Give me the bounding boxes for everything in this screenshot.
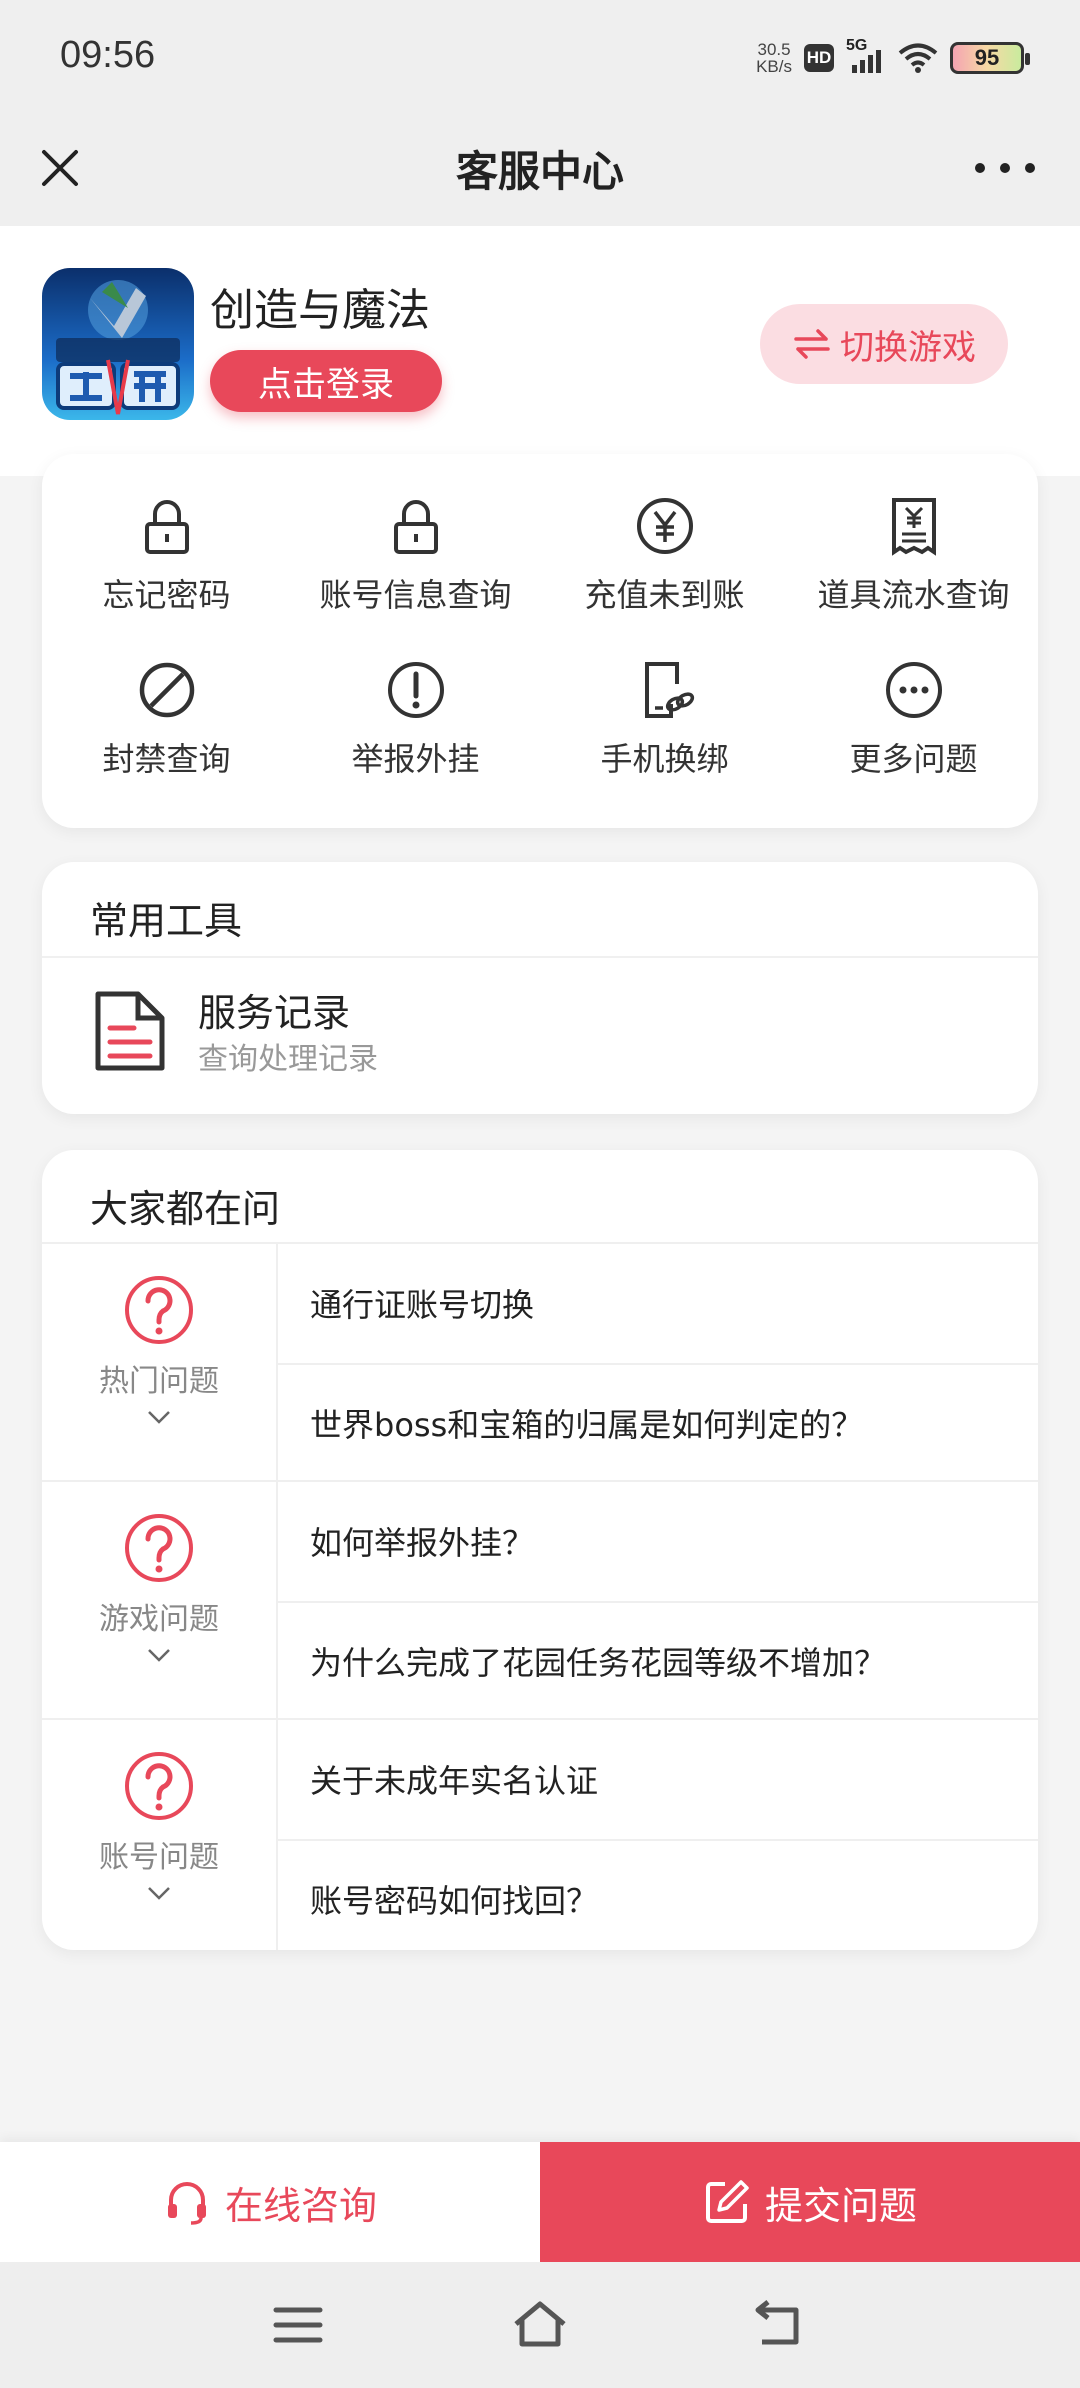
status-bar: 09:56 30.5 KB/s HD 5G 95 (0, 0, 1080, 110)
faq-category-toggle[interactable]: 游戏问题 (42, 1482, 278, 1720)
service-recharge[interactable]: 充值未到账 (540, 482, 789, 646)
service-report-cheat[interactable]: 举报外挂 (291, 646, 540, 810)
service-account-info[interactable]: 账号信息查询 (291, 482, 540, 646)
game-icon (42, 268, 194, 420)
login-button[interactable]: 点击登录 (210, 350, 442, 412)
service-grid: 忘记密码 账号信息查询 充值未到账 道具流水查询 封禁查询 举报外挂 手机换绑 … (42, 454, 1038, 828)
submit-question-button[interactable]: 提交问题 (540, 2142, 1080, 2262)
status-icons: 30.5 KB/s HD 5G 95 (756, 36, 1030, 80)
tool-subtitle: 查询处理记录 (198, 1042, 378, 1077)
service-label: 封禁查询 (102, 740, 231, 778)
service-label: 忘记密码 (102, 576, 231, 614)
service-more-questions[interactable]: 更多问题 (789, 646, 1038, 810)
alert-icon (387, 662, 444, 718)
question-icon (125, 1276, 193, 1344)
service-label: 道具流水查询 (817, 576, 1010, 614)
chevron-down-icon (148, 1649, 170, 1662)
service-label: 举报外挂 (351, 740, 480, 778)
yen-icon (636, 498, 693, 554)
bottom-action-bar: 在线咨询 提交问题 (0, 2142, 1080, 2262)
tools-card: 常用工具 服务记录 查询处理记录 (42, 862, 1038, 1114)
service-label: 账号信息查询 (319, 576, 512, 614)
headset-icon (167, 2182, 206, 2225)
faq-category-toggle[interactable]: 热门问题 (42, 1244, 278, 1482)
faq-category-label: 热门问题 (99, 1364, 219, 1399)
submit-question-label: 提交问题 (764, 2183, 917, 2228)
faq-group-account: 账号问题 关于未成年实名认证 账号密码如何找回？ (42, 1718, 1038, 1950)
network-speed: 30.5 KB/s (756, 41, 792, 75)
network-speed-unit: KB/s (756, 57, 792, 76)
tool-service-records[interactable]: 服务记录 查询处理记录 (42, 958, 1038, 1114)
back-icon[interactable] (752, 2300, 808, 2350)
service-label: 更多问题 (849, 740, 978, 778)
ban-icon (139, 662, 194, 718)
signal-icon: 5G (846, 37, 886, 75)
switch-icon (794, 329, 830, 359)
battery-icon: 95 (950, 42, 1030, 74)
faq-question[interactable]: 账号密码如何找回？ (278, 1839, 1038, 1950)
status-time: 09:56 (60, 34, 156, 76)
more-circle-icon (885, 662, 942, 718)
service-ban-query[interactable]: 封禁查询 (42, 646, 291, 810)
network-speed-value: 30.5 (757, 40, 791, 59)
game-name: 创造与魔法 (210, 285, 430, 336)
switch-game-label: 切换游戏 (840, 327, 976, 368)
faq-category-label: 账号问题 (99, 1840, 219, 1875)
faq-group-hot: 热门问题 通行证账号切换 世界boss和宝箱的归属是如何判定的？ (42, 1242, 1038, 1482)
online-consult-label: 在线咨询 (224, 2183, 377, 2228)
battery-level: 95 (974, 45, 1000, 70)
menu-icon[interactable] (270, 2300, 326, 2350)
faq-category-toggle[interactable]: 账号问题 (42, 1720, 278, 1950)
edit-icon (705, 2180, 749, 2223)
nav-bar: 客服中心 (0, 110, 1080, 226)
question-icon (125, 1514, 193, 1582)
service-label: 充值未到账 (584, 576, 745, 614)
lock-icon (144, 500, 189, 554)
faq-category-label: 游戏问题 (99, 1602, 219, 1637)
receipt-icon (891, 498, 936, 556)
faq-card: 大家都在问 热门问题 通行证账号切换 世界boss和宝箱的归属是如何判定的？ 游… (42, 1150, 1038, 1950)
tool-title: 服务记录 (198, 991, 351, 1035)
online-consult-button[interactable]: 在线咨询 (0, 2142, 540, 2262)
hd-badge: HD (804, 44, 834, 72)
wifi-icon (898, 43, 938, 73)
main-content: 创造与魔法 点击登录 切换游戏 忘记密码 账号信息查询 充值未到账 道具流水查询… (0, 226, 1080, 2142)
service-grid-card: 忘记密码 账号信息查询 充值未到账 道具流水查询 封禁查询 举报外挂 手机换绑 … (42, 454, 1038, 828)
service-item-records[interactable]: 道具流水查询 (789, 482, 1038, 646)
service-label: 手机换绑 (600, 740, 729, 778)
faq-question[interactable]: 关于未成年实名认证 (278, 1720, 1038, 1838)
faq-question[interactable]: 为什么完成了花园任务花园等级不增加？ (278, 1601, 1038, 1719)
home-icon[interactable] (512, 2300, 568, 2350)
tools-title: 常用工具 (90, 899, 243, 943)
service-phone-rebind[interactable]: 手机换绑 (540, 646, 789, 810)
chevron-down-icon (148, 1887, 170, 1900)
question-icon (125, 1752, 193, 1820)
faq-title: 大家都在问 (90, 1187, 281, 1231)
faq-question[interactable]: 通行证账号切换 (278, 1244, 1038, 1362)
more-icon[interactable] (970, 148, 1040, 188)
service-forgot-password[interactable]: 忘记密码 (42, 482, 291, 646)
faq-group-game: 游戏问题 如何举报外挂？ 为什么完成了花园任务花园等级不增加？ (42, 1480, 1038, 1720)
system-nav-bar (0, 2262, 1080, 2388)
faq-question[interactable]: 如何举报外挂？ (278, 1482, 1038, 1600)
document-icon (95, 991, 165, 1071)
chevron-down-icon (148, 1411, 170, 1424)
page-title: 客服中心 (455, 147, 624, 196)
faq-question[interactable]: 世界boss和宝箱的归属是如何判定的？ (278, 1363, 1038, 1481)
phone-link-icon (644, 662, 694, 718)
lock-icon (393, 500, 438, 554)
switch-game-button[interactable]: 切换游戏 (760, 304, 1008, 384)
